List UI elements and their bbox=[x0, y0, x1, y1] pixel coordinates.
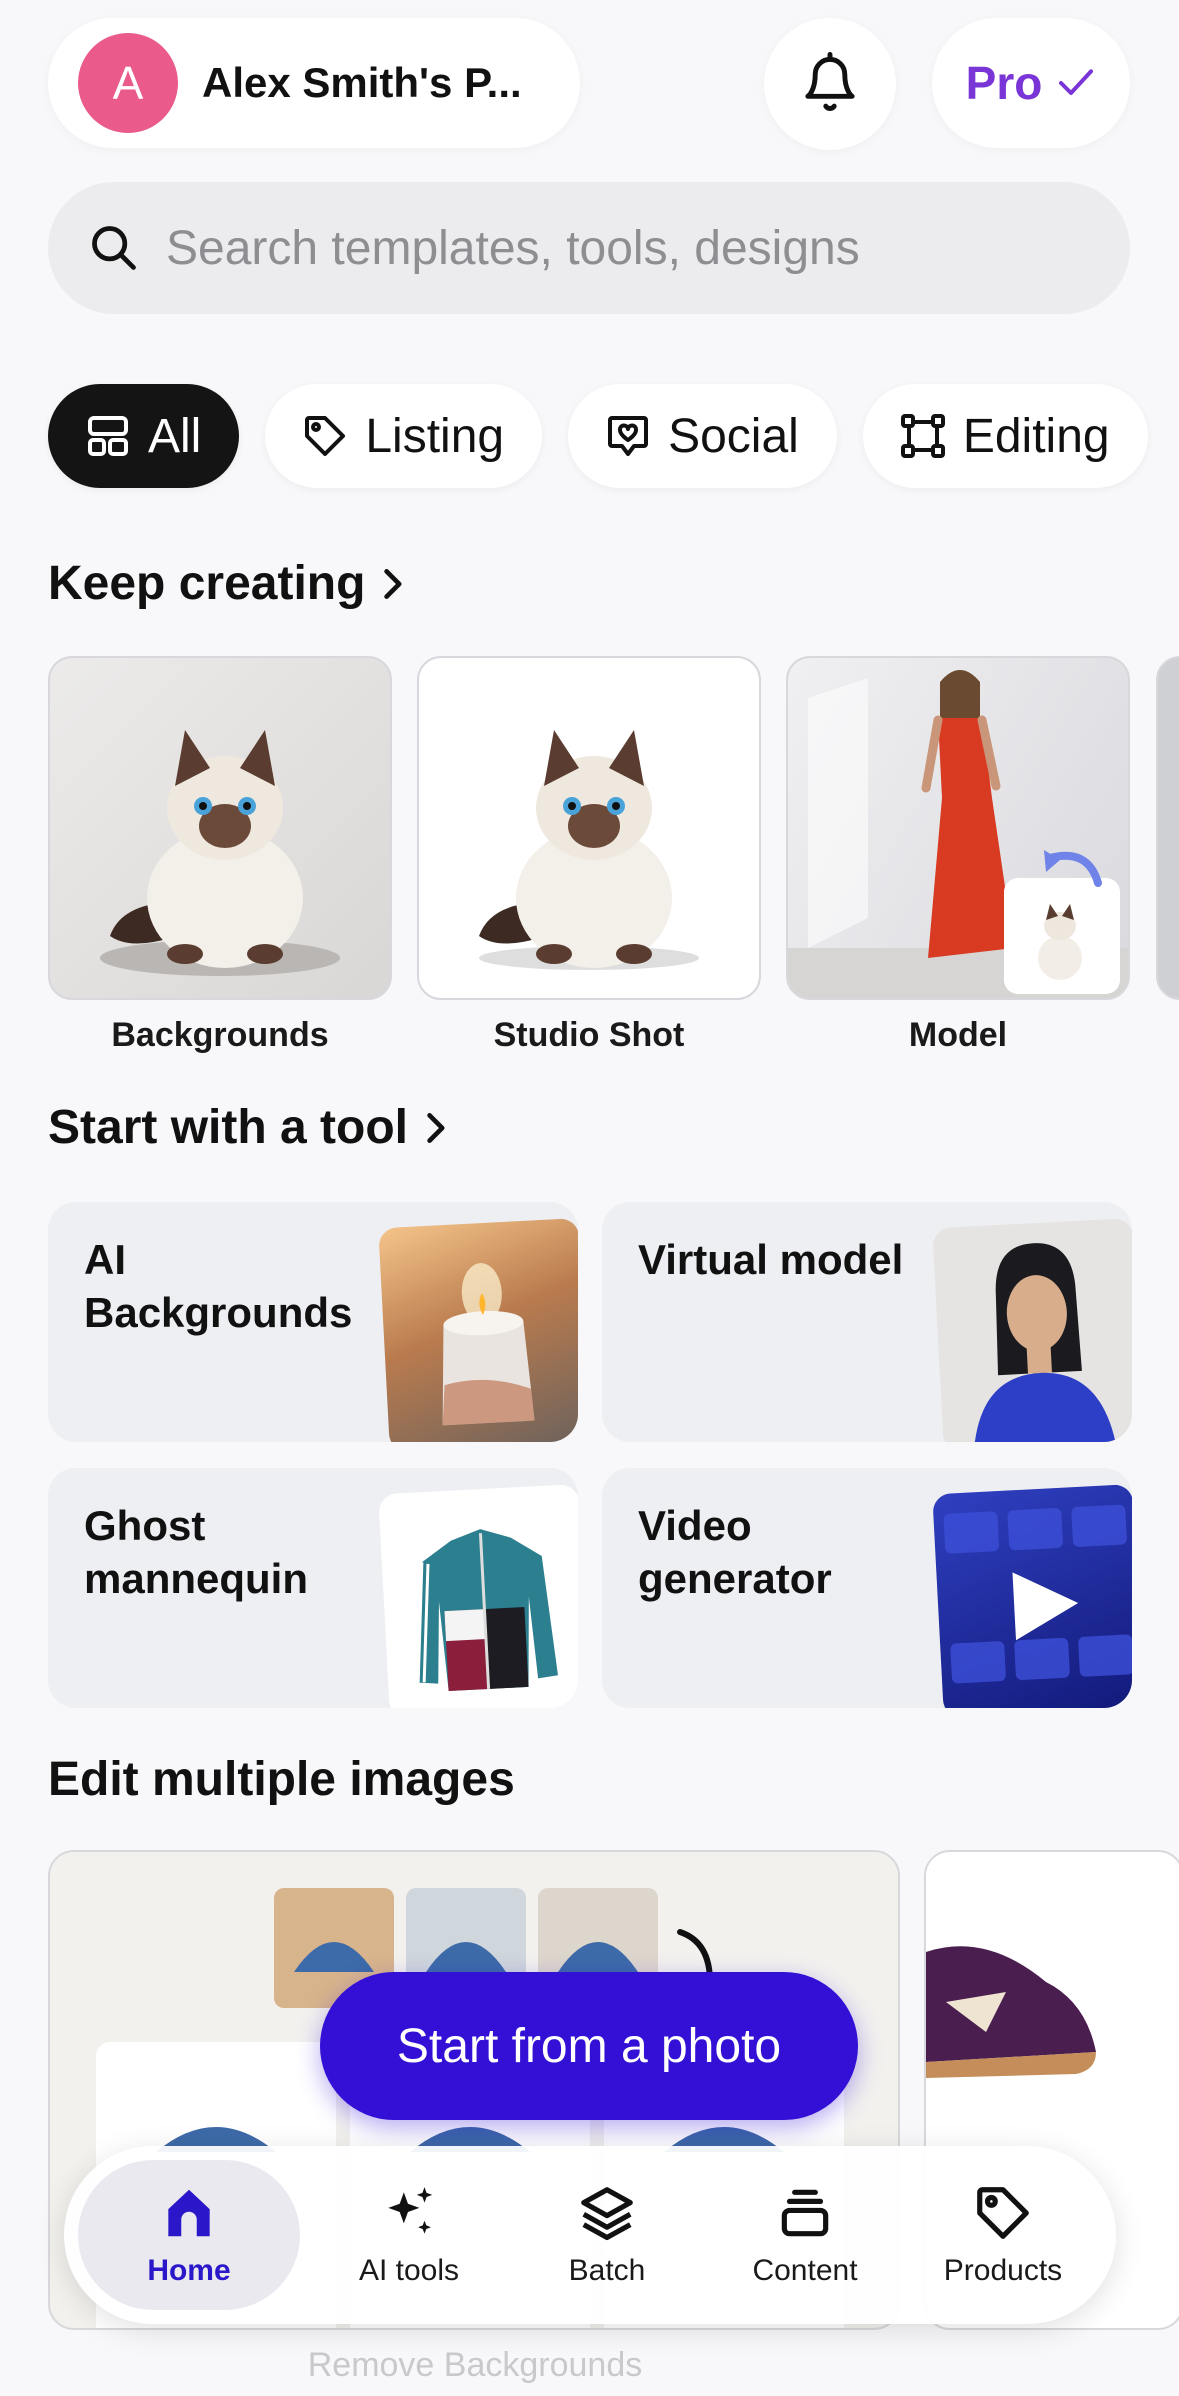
avatar: A bbox=[78, 33, 178, 133]
filter-chip-label: Social bbox=[668, 409, 799, 463]
tab-content[interactable]: Content bbox=[706, 2160, 904, 2310]
stack-icon bbox=[781, 2189, 829, 2237]
filter-chip-social[interactable]: Social bbox=[568, 384, 837, 488]
chevron-right-icon bbox=[384, 568, 402, 599]
pro-badge-button[interactable]: Pro bbox=[932, 18, 1130, 148]
section-title: Edit multiple images bbox=[48, 1753, 515, 1806]
tool-card-ghost-mannequin[interactable]: Ghost mannequin bbox=[48, 1468, 578, 1708]
filter-chip-label: All bbox=[148, 409, 202, 463]
layers-icon bbox=[581, 2187, 633, 2241]
tool-card-virtual-model[interactable]: Virtual model bbox=[602, 1202, 1132, 1442]
tool-title: Video generator bbox=[638, 1502, 832, 1602]
bottom-tab-bar: Home AI tools Batch Content Products bbox=[64, 2146, 1116, 2324]
home-icon bbox=[168, 2189, 210, 2237]
virtual-model-image bbox=[932, 1218, 1132, 1442]
video-preview-image bbox=[932, 1484, 1132, 1708]
edit-multiple-header: Edit multiple images bbox=[48, 1752, 515, 1807]
keep-creating-card-studio-shot[interactable] bbox=[417, 656, 761, 1000]
section-title: Keep creating bbox=[48, 557, 366, 610]
filter-chip-listing[interactable]: Listing bbox=[265, 384, 543, 488]
start-from-photo-button[interactable]: Start from a photo bbox=[320, 1972, 858, 2120]
bell-icon bbox=[805, 52, 855, 111]
search-bar[interactable] bbox=[48, 182, 1130, 314]
tool-card-ai-backgrounds[interactable]: AI Backgrounds bbox=[48, 1202, 578, 1442]
tool-title: AI Backgrounds bbox=[84, 1236, 353, 1336]
tag-icon bbox=[977, 2187, 1029, 2239]
pro-label: Pro bbox=[965, 57, 1043, 109]
tool-title: Ghost mannequin bbox=[84, 1502, 309, 1602]
keep-creating-label: Model bbox=[908, 1016, 1008, 1054]
keep-creating-label: Studio Shot bbox=[493, 1016, 685, 1054]
tab-products[interactable]: Products bbox=[904, 2160, 1102, 2310]
keep-creating-card-model[interactable] bbox=[786, 656, 1130, 1000]
keep-creating-label: Backgrounds bbox=[111, 1016, 329, 1054]
jacket-image bbox=[378, 1484, 578, 1708]
filter-chip-label: Editing bbox=[962, 409, 1110, 463]
search-input[interactable] bbox=[166, 220, 1066, 276]
check-icon bbox=[1059, 69, 1094, 95]
tool-title: Virtual model bbox=[638, 1236, 904, 1283]
account-switcher[interactable]: A Alex Smith's P... bbox=[48, 18, 580, 148]
model-photo bbox=[788, 670, 1128, 998]
sparkles-icon bbox=[388, 2187, 433, 2234]
tab-batch[interactable]: Batch bbox=[508, 2160, 706, 2310]
crop-frame-icon bbox=[900, 414, 945, 458]
filter-chip-label: Listing bbox=[365, 409, 505, 463]
grid-icon bbox=[88, 416, 128, 456]
keep-creating-card-partial[interactable] bbox=[1156, 656, 1179, 1000]
filter-chip-all[interactable]: All bbox=[48, 384, 240, 488]
cat-studio-photo bbox=[479, 730, 699, 970]
tab-ai-tools[interactable]: AI tools bbox=[310, 2160, 508, 2310]
heart-chat-icon bbox=[608, 416, 649, 456]
notifications-button[interactable] bbox=[764, 18, 896, 150]
tab-label: Products bbox=[943, 2254, 1063, 2287]
section-title: Start with a tool bbox=[48, 1101, 408, 1154]
search-icon bbox=[92, 226, 136, 270]
keep-creating-header[interactable]: Keep creating bbox=[48, 556, 405, 611]
tab-label: Batch bbox=[568, 2254, 646, 2287]
cat-photo bbox=[100, 730, 340, 976]
candle-image bbox=[378, 1218, 578, 1442]
account-name: Alex Smith's P... bbox=[202, 59, 522, 106]
chevron-right-icon bbox=[427, 1112, 445, 1143]
filter-chip-editing[interactable]: Editing bbox=[862, 384, 1148, 488]
tool-card-video-generator[interactable]: Video generator bbox=[602, 1468, 1132, 1708]
tools-header[interactable]: Start with a tool bbox=[48, 1100, 448, 1155]
filter-chips: All Listing Social Editing bbox=[48, 384, 1148, 488]
tag-icon bbox=[305, 416, 346, 456]
remove-backgrounds-label: Remove Backgrounds bbox=[307, 2346, 643, 2384]
keep-creating-card-backgrounds[interactable] bbox=[48, 656, 392, 1000]
tab-label: AI tools bbox=[358, 2254, 460, 2287]
tab-home[interactable]: Home bbox=[78, 2160, 300, 2310]
tab-label: Content bbox=[752, 2254, 858, 2287]
tab-label: Home bbox=[147, 2254, 231, 2287]
